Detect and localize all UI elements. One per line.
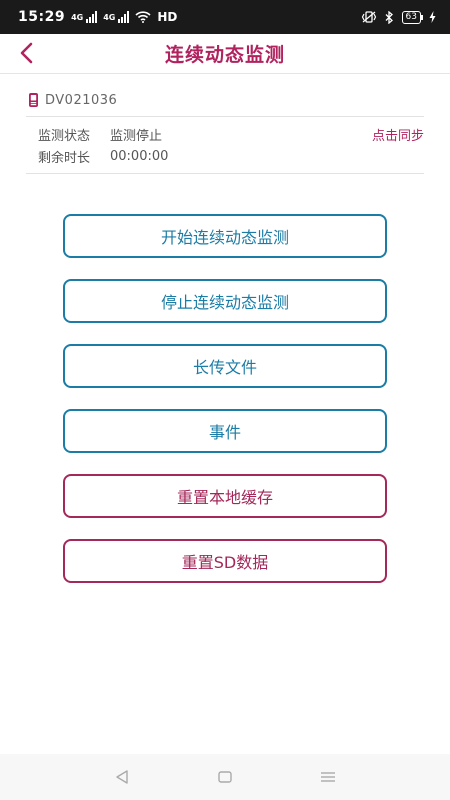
status-value: 监测停止 [110, 129, 163, 144]
square-home-icon [218, 771, 232, 783]
battery-icon: 63 [401, 10, 424, 24]
remaining-value: 00:00:00 [110, 149, 169, 164]
nav-home-button[interactable] [205, 762, 245, 792]
remaining-label: 剩余时长 [38, 151, 91, 166]
divider [26, 173, 424, 174]
bluetooth-icon [385, 10, 393, 24]
triangle-back-icon [115, 770, 128, 784]
status-right: 63 [361, 10, 436, 24]
page-title: 连续动态监测 [164, 44, 285, 66]
events-button[interactable]: 事件 [63, 409, 387, 453]
status-bar: 15:29 4G 4G HD 63 [0, 0, 450, 34]
device-row: DV021036 [28, 92, 117, 108]
nav-bar: 连续动态监测 [0, 34, 450, 74]
upload-file-button[interactable]: 长传文件 [63, 344, 387, 388]
divider [26, 116, 424, 117]
signal-label-2: 4G [103, 12, 116, 22]
reset-sd-button[interactable]: 重置SD数据 [63, 539, 387, 583]
battery-level: 63 [405, 12, 417, 22]
reset-cache-button[interactable]: 重置本地缓存 [63, 474, 387, 518]
sync-button[interactable]: 点击同步 [372, 125, 424, 144]
wifi-icon [135, 11, 151, 23]
status-row: 监测状态 监测停止 [38, 125, 162, 144]
signal-icon-1 [86, 11, 98, 23]
charging-icon [429, 11, 436, 23]
signal-label: 4G [71, 12, 84, 22]
remaining-row: 剩余时长 00:00:00 [38, 147, 168, 166]
status-label: 监测状态 [38, 129, 91, 144]
network-type: HD [157, 10, 178, 24]
status-time: 15:29 [18, 9, 66, 25]
nav-back-button[interactable] [102, 762, 142, 792]
device-id: DV021036 [45, 92, 118, 108]
chevron-left-icon [20, 42, 33, 64]
nav-menu-button[interactable] [308, 762, 348, 792]
menu-icon [321, 772, 336, 782]
signal-icon-2 [118, 11, 130, 23]
system-nav-bar [0, 754, 450, 800]
vibrate-icon [361, 11, 376, 23]
stop-monitoring-button[interactable]: 停止连续动态监测 [63, 279, 387, 323]
device-icon [29, 93, 38, 107]
start-monitoring-button[interactable]: 开始连续动态监测 [63, 214, 387, 258]
status-left: 15:29 4G 4G HD [18, 9, 177, 25]
back-button[interactable] [14, 38, 38, 68]
